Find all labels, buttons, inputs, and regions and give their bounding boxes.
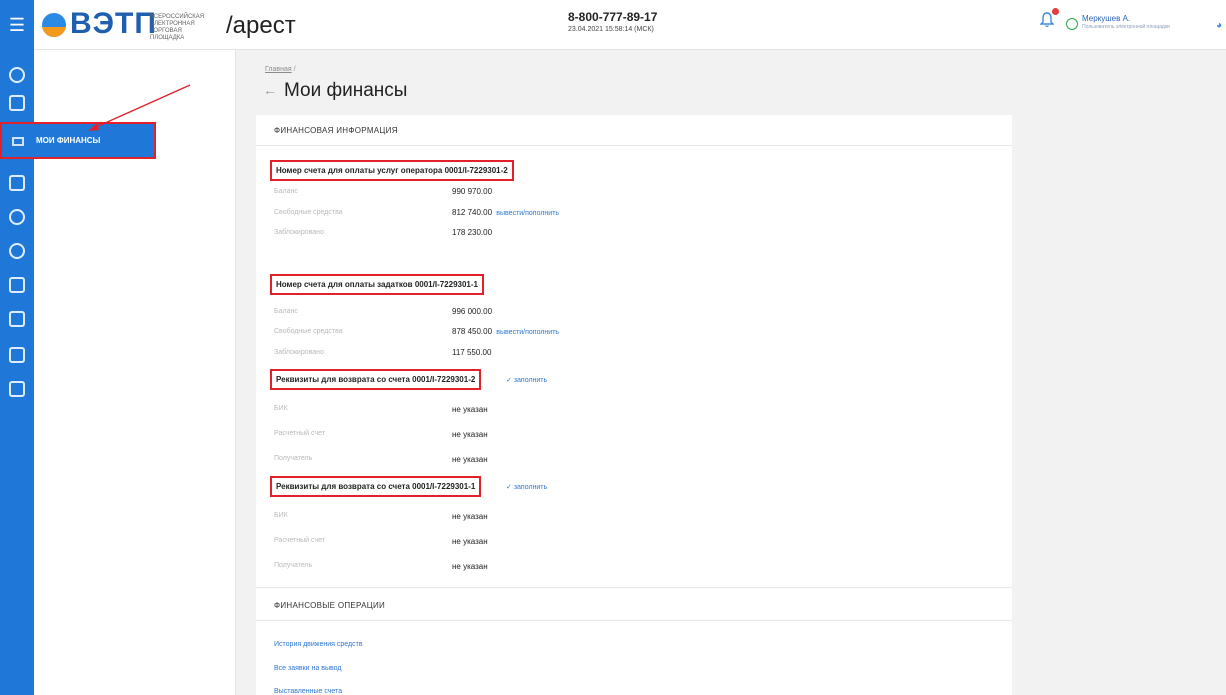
logo-icon [42,13,66,37]
refund-details-2-title: Реквизиты для возврата со счета 0001/I-7… [270,369,482,390]
divider [256,620,1012,621]
logo-sub-line: ВСЕРОССИЙСКАЯ [150,14,205,20]
history-link[interactable]: История движения средств [274,641,363,648]
withdraw-topup-link[interactable]: вывести/пополнить [496,210,559,217]
finance-ops-title: ФИНАНСОВЫЕ ОПЕРАЦИИ [274,601,386,610]
fill-link-label: заполнить [513,484,548,491]
blocked-label: Заблокировано [274,349,324,356]
withdraw-topup-link[interactable]: вывести/пополнить [496,329,559,336]
deposit-account-title: Номер счета для оплаты задатков 0001/I-7… [270,274,484,295]
blocked-value: 178 230.00 [452,228,493,237]
account-value: не указан [452,537,488,546]
home-icon[interactable] [9,347,25,363]
bik-value: не указан [452,405,488,414]
account-value: не указан [452,430,488,439]
back-arrow-icon[interactable]: ← [263,82,277,98]
free-funds-value: 812 740.00 вывести/пополнить [452,208,559,217]
free-funds-label: Свободные средства [274,328,343,335]
operator-account-title: Номер счета для оплаты услуг оператора 0… [270,160,514,181]
auction-icon[interactable] [9,175,25,191]
free-funds-value: 878 450.00 вывести/пополнить [452,327,559,336]
balance-label: Баланс [274,308,298,315]
menu-item-label: МОИ ФИНАНСЫ [36,136,101,145]
breadcrumb: Главная / [265,66,296,73]
server-datetime: 23.04.2021 15:58:14 (МСК) [568,26,654,33]
divider [256,145,1012,146]
free-funds-amount: 878 450.00 [452,327,493,336]
support-phone: 8-800-777-89-17 [568,10,658,24]
refund-details-1-title: Реквизиты для возврата со счета 0001/I-7… [270,476,482,497]
balance-value: 990 970.00 [452,187,493,196]
user-avatar-icon[interactable] [1066,18,1078,30]
tools-icon[interactable] [9,277,25,293]
logo-sub-line: ЭЛЕКТРОННАЯ [150,21,195,27]
page-title: Мои финансы [284,80,408,101]
document-icon[interactable] [9,95,25,111]
blocked-label: Заблокировано [274,229,324,236]
bik-value: не указан [452,512,488,521]
logo-text[interactable]: ВЭТП [70,7,157,41]
blocked-value: 117 550.00 [452,348,492,357]
account-label: Расчетный счет [274,537,325,544]
settings-icon[interactable] [9,67,25,83]
logo-sub-line: ТОРГОВАЯ ПЛОЩАДКА [150,28,185,41]
logo-subtitle: ВСЕРОССИЙСКАЯ ЭЛЕКТРОННАЯ ТОРГОВАЯ ПЛОЩА… [150,14,210,42]
person-alt-icon[interactable] [9,243,25,259]
recipient-label: Получатель [274,455,313,462]
user-name[interactable]: Меркушев А. [1082,14,1130,23]
person-icon[interactable] [9,209,25,225]
bik-label: БИК [274,512,288,519]
user-role: Пользователь электронной площадки [1082,24,1170,30]
menu-icon[interactable]: ☰ [0,0,34,50]
notification-bell-icon[interactable] [1040,12,1054,28]
notification-badge [1052,8,1059,15]
recipient-label: Получатель [274,562,313,569]
free-funds-amount: 812 740.00 [452,208,493,217]
bik-label: БИК [274,405,288,412]
divider [256,587,1012,588]
wallet-icon [12,137,24,146]
account-label: Расчетный счет [274,430,325,437]
list-icon[interactable] [9,311,25,327]
withdraw-requests-link[interactable]: Все заявки на вывод [274,665,341,672]
breadcrumb-separator: / [293,66,296,73]
section-name: /арест [226,12,296,39]
issued-invoices-link[interactable]: Выставленные счета [274,688,342,695]
fill-link-label: заполнить [513,377,548,384]
report-icon[interactable] [9,381,25,397]
balance-value: 996 000.00 [452,307,493,316]
recipient-value: не указан [452,455,488,464]
finance-card: ФИНАНСОВАЯ ИНФОРМАЦИЯ Номер счета для оп… [256,115,1012,695]
top-header: ☰ ВЭТП ВСЕРОССИЙСКАЯ ЭЛЕКТРОННАЯ ТОРГОВА… [0,0,1226,50]
logout-icon[interactable]: ◕ [1216,20,1222,31]
balance-label: Баланс [274,188,298,195]
fill-link[interactable]: ✓ заполнить [506,483,547,491]
finance-info-title: ФИНАНСОВАЯ ИНФОРМАЦИЯ [274,126,398,135]
free-funds-label: Свободные средства [274,209,343,216]
recipient-value: не указан [452,562,488,571]
menu-item-my-finances[interactable]: МОИ ФИНАНСЫ [0,122,156,159]
fill-link[interactable]: ✓ заполнить [506,376,547,384]
breadcrumb-home-link[interactable]: Главная [265,66,292,73]
